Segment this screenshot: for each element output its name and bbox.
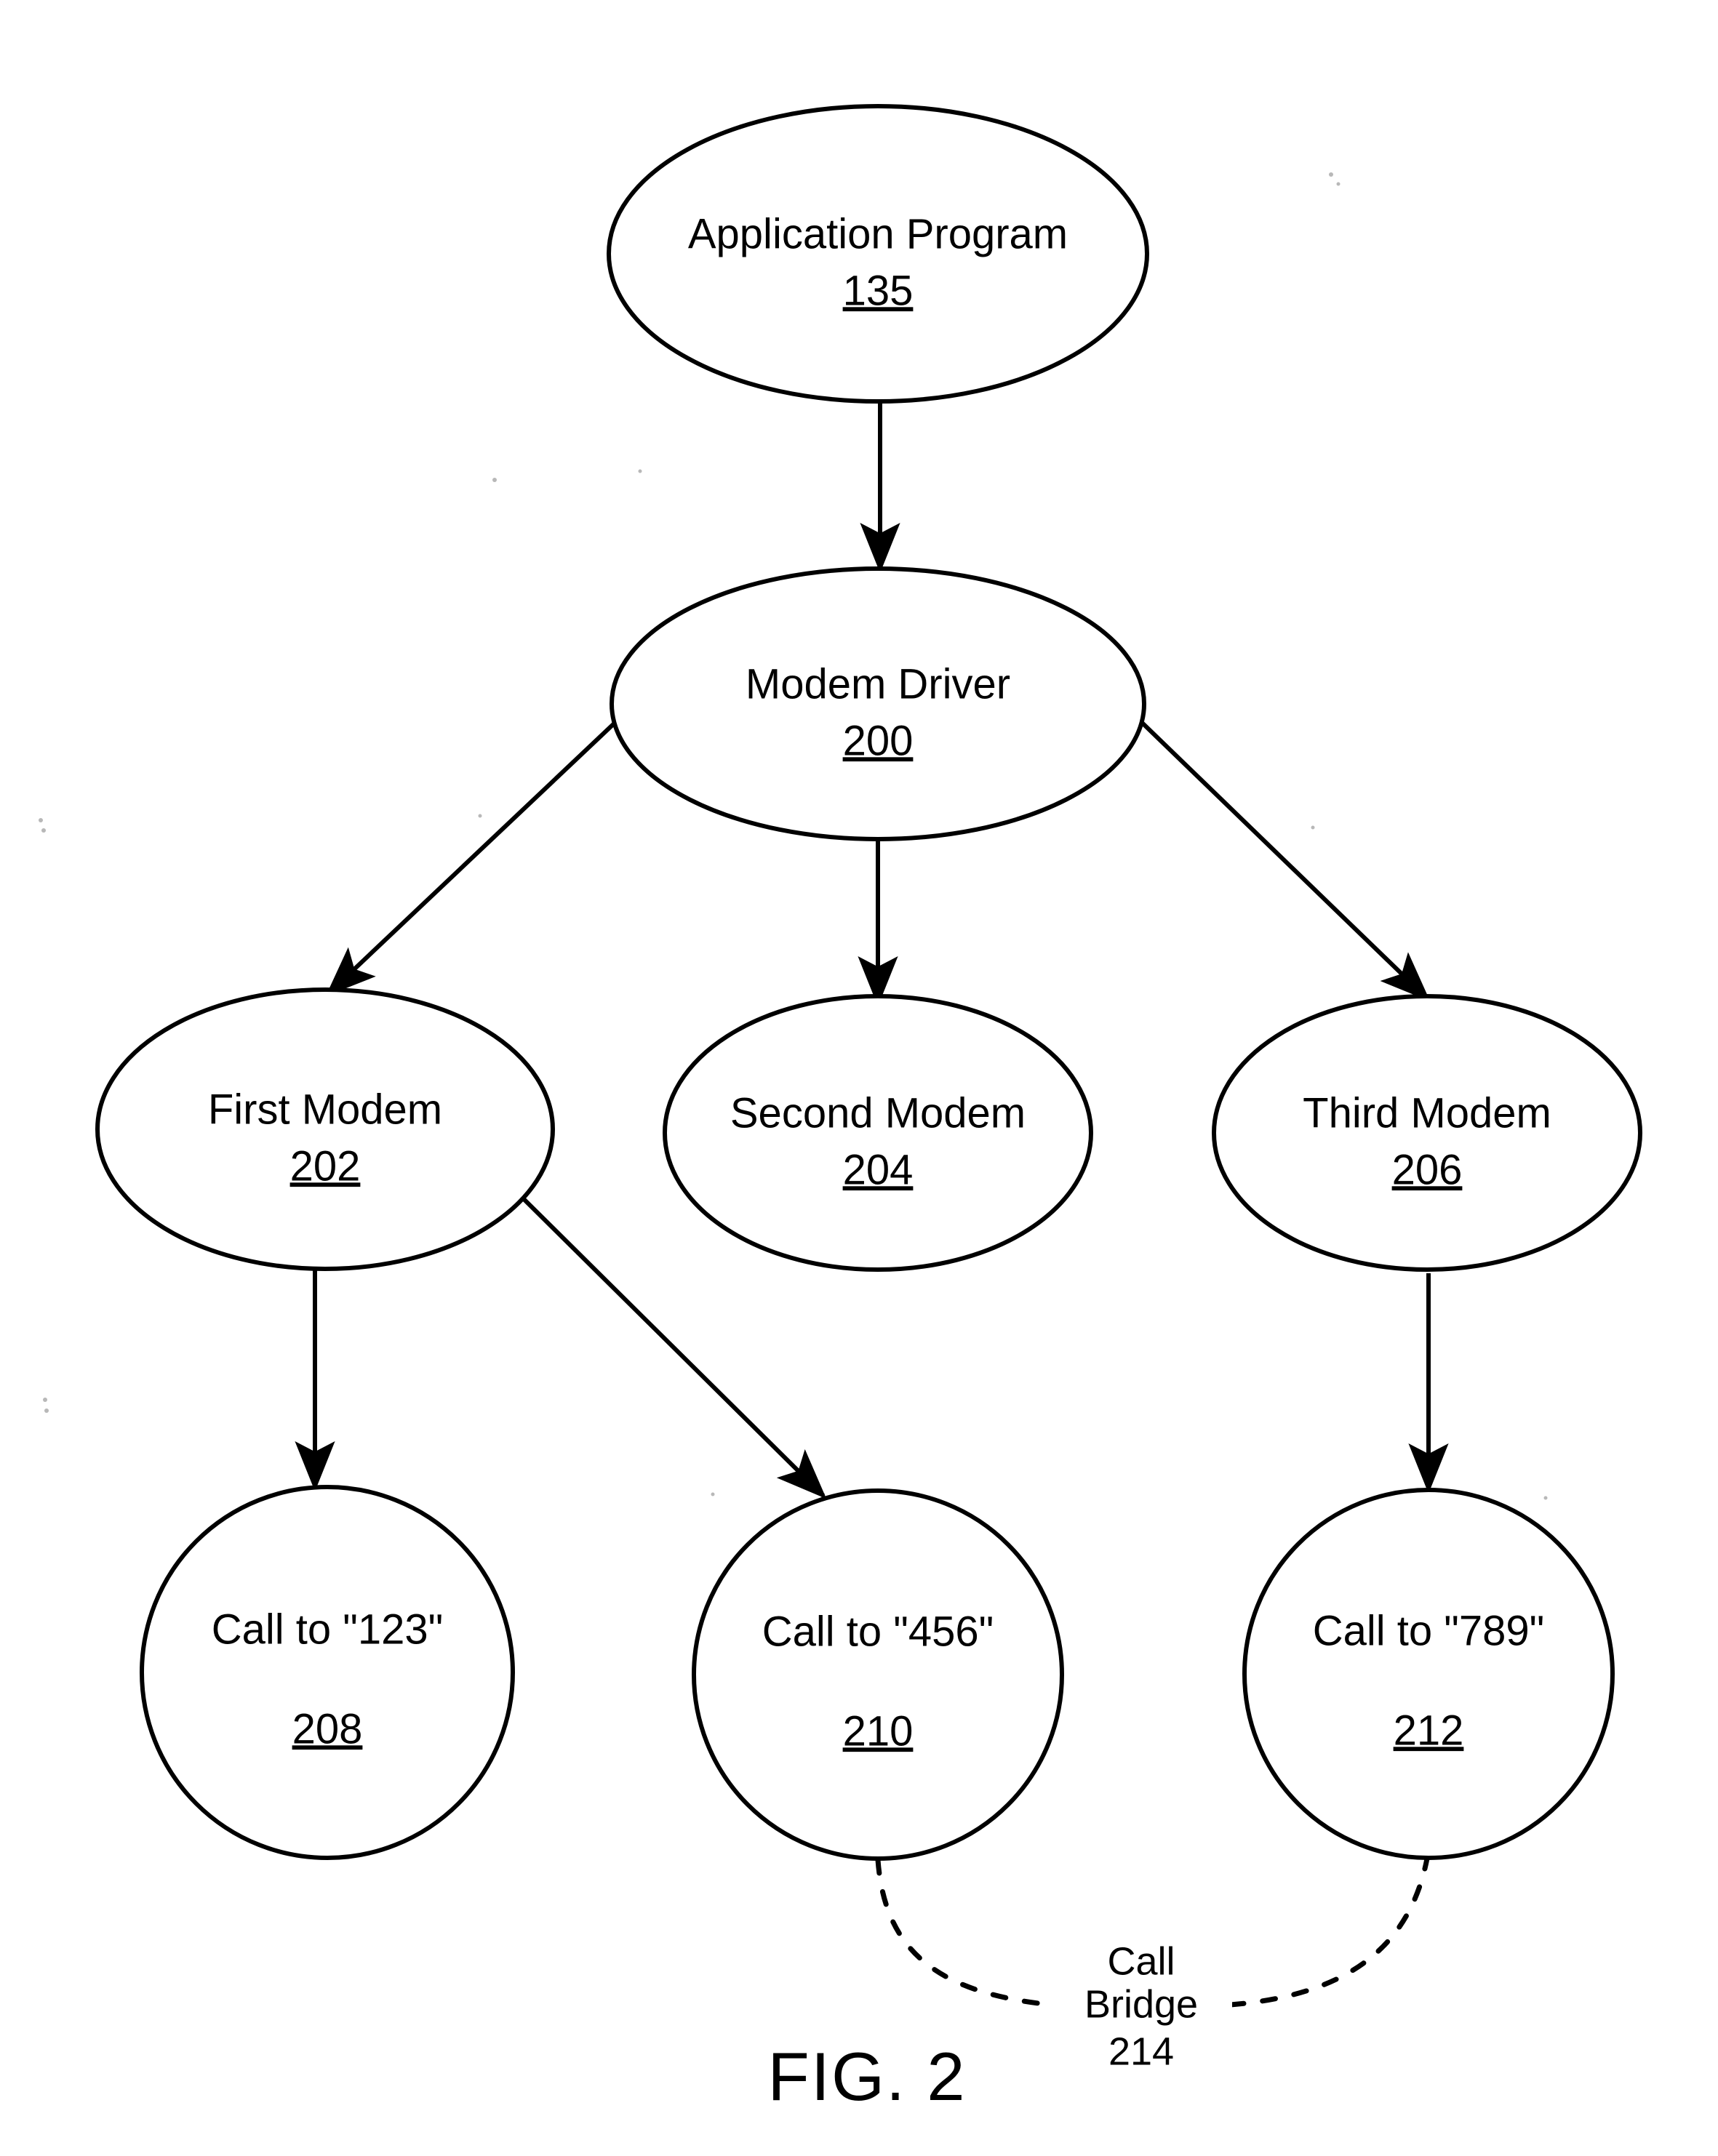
- second-modem-label: Second Modem: [730, 1089, 1026, 1137]
- call-bridge-line1: Call: [1107, 1939, 1175, 1983]
- call-456-ref: 210: [843, 1707, 914, 1755]
- node-call-456[interactable]: Call to "456" 210: [692, 1488, 1064, 1861]
- call-bridge-label: Call Bridge 214: [1050, 1939, 1232, 2085]
- call-bridge-line2: Bridge: [1084, 1982, 1198, 2026]
- modem-driver-ref: 200: [843, 717, 914, 764]
- figure-caption: FIG. 2: [767, 2038, 966, 2115]
- connector-driver-to-first-modem: [325, 712, 626, 997]
- call-123-label: Call to "123": [212, 1606, 443, 1653]
- node-call-123[interactable]: Call to "123" 208: [140, 1485, 515, 1860]
- first-modem-ref: 202: [290, 1142, 361, 1190]
- application-program-label: Application Program: [688, 210, 1068, 257]
- application-program-ref: 135: [843, 267, 914, 314]
- third-modem-label: Third Modem: [1303, 1089, 1551, 1137]
- call-456-circle: [692, 1488, 1064, 1861]
- call-456-label: Call to "456": [762, 1608, 994, 1655]
- node-application-program[interactable]: Application Program 135: [607, 104, 1149, 404]
- patent-figure: Application Program 135 Modem Driver 200…: [0, 0, 1718, 2156]
- call-789-ref: 212: [1394, 1707, 1464, 1754]
- diagram-canvas: Application Program 135 Modem Driver 200…: [39, 104, 1642, 2115]
- node-first-modem[interactable]: First Modem 202: [95, 987, 555, 1271]
- second-modem-ref: 204: [843, 1146, 914, 1193]
- node-second-modem[interactable]: Second Modem 204: [663, 994, 1093, 1272]
- call-bridge-ref: 214: [1108, 2029, 1174, 2073]
- node-third-modem[interactable]: Third Modem 206: [1212, 994, 1642, 1272]
- third-modem-ref: 206: [1392, 1146, 1463, 1193]
- call-789-label: Call to "789": [1313, 1607, 1544, 1654]
- call-123-circle: [140, 1485, 515, 1860]
- first-modem-label: First Modem: [208, 1086, 442, 1133]
- connector-driver-to-third-modem: [1134, 715, 1431, 1002]
- call-789-circle: [1242, 1488, 1615, 1860]
- connector-call-bridge-left: [875, 1857, 1054, 2008]
- node-call-789[interactable]: Call to "789" 212: [1242, 1488, 1615, 1860]
- connector-call-bridge-right: [1228, 1856, 1430, 2008]
- node-modem-driver[interactable]: Modem Driver 200: [610, 566, 1146, 841]
- call-123-ref: 208: [292, 1705, 363, 1752]
- modem-driver-label: Modem Driver: [746, 660, 1010, 708]
